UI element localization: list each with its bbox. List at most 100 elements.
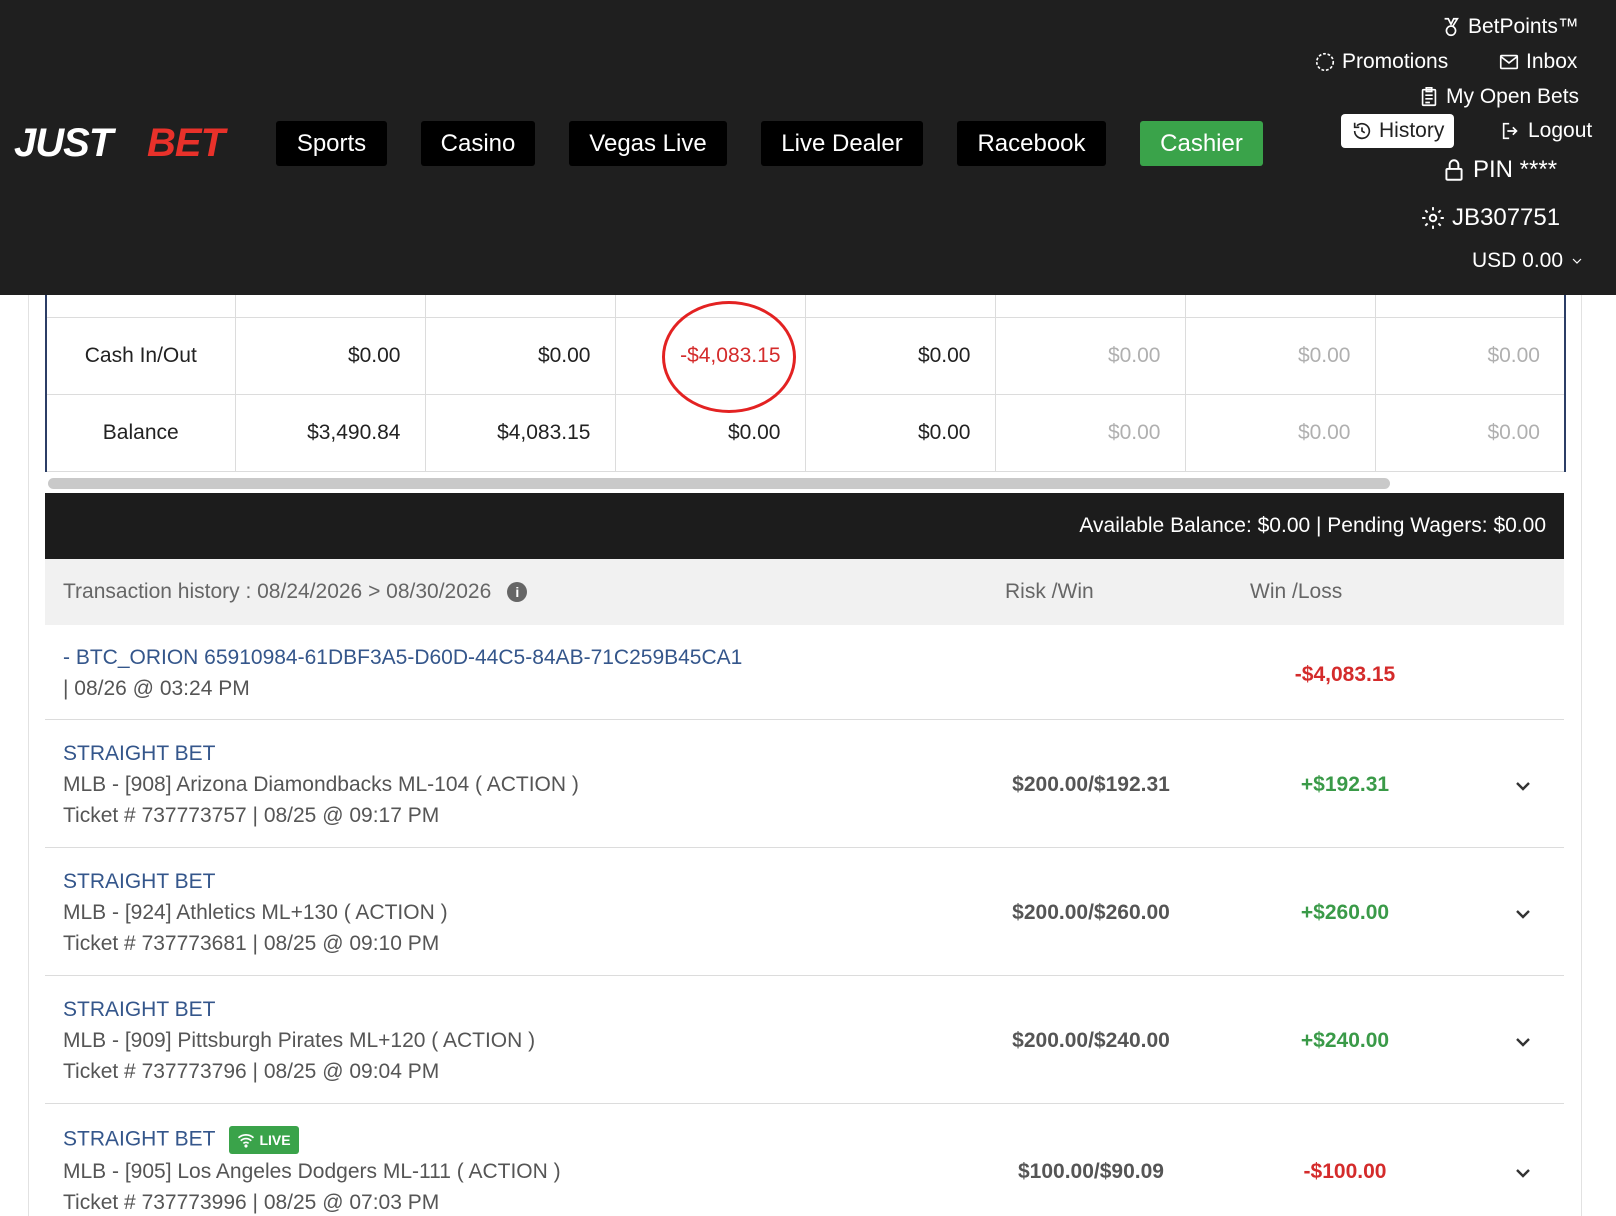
- spacer-cell: [804, 295, 996, 318]
- bet-type: STRAIGHT BET: [63, 870, 216, 893]
- inbox-label: Inbox: [1526, 50, 1578, 73]
- nav-cashier[interactable]: Cashier: [1140, 121, 1263, 166]
- col-risk-win: Risk /Win: [1005, 580, 1094, 603]
- inbox-link[interactable]: Inbox: [1498, 49, 1577, 75]
- nav-casino[interactable]: Casino: [421, 121, 535, 166]
- summary-row-balance: Balance $3,490.84 $4,083.15 $0.00 $0.00 …: [45, 393, 1566, 472]
- summary-cell: $3,490.84: [234, 393, 426, 472]
- summary-cell: $0.00: [1184, 393, 1376, 472]
- pin-display[interactable]: PIN ****: [1441, 157, 1557, 183]
- pin-label: PIN ****: [1473, 156, 1558, 183]
- transaction-title[interactable]: - BTC_ORION 65910984-61DBF3A5-D60D-44C5-…: [63, 646, 742, 670]
- bet-type: STRAIGHT BET: [63, 998, 216, 1021]
- spacer-cell: [1374, 295, 1566, 318]
- ticket-info: Ticket # 737773996 | 08/25 @ 07:03 PM: [63, 1191, 440, 1214]
- currency-balance: USD 0.00: [1472, 249, 1564, 272]
- spacer-cell: [234, 295, 426, 318]
- summary-cell: $0.00: [1374, 316, 1566, 395]
- spacer-cell: [45, 295, 236, 318]
- summary-row-spacer: [45, 295, 1566, 318]
- expand-chevron-icon[interactable]: [1511, 902, 1535, 926]
- transaction-row[interactable]: STRAIGHT BET MLB - [924] Athletics ML+13…: [45, 848, 1564, 976]
- chevron-down-icon: [1572, 258, 1582, 264]
- history-title-wrap: Transaction history : 08/24/2026 > 08/30…: [63, 559, 528, 625]
- bet-type: STRAIGHT BET: [63, 1127, 216, 1151]
- transaction-row[interactable]: STRAIGHT BET MLB - [909] Pittsburgh Pira…: [45, 976, 1564, 1104]
- promotions-link[interactable]: Promotions: [1314, 49, 1448, 75]
- transaction-row[interactable]: STRAIGHT BET MLB - [908] Arizona Diamond…: [45, 720, 1564, 848]
- col-win-loss: Win /Loss: [1250, 580, 1343, 603]
- history-icon: [1353, 122, 1371, 140]
- win-loss-value: +$240.00: [1300, 1029, 1390, 1052]
- transaction-row[interactable]: - BTC_ORION 65910984-61DBF3A5-D60D-44C5-…: [45, 625, 1564, 720]
- spacer-cell: [614, 295, 806, 318]
- betpoints-link[interactable]: BetPoints™: [1440, 14, 1579, 40]
- nav-vegas-live[interactable]: Vegas Live: [569, 121, 727, 166]
- bet-description: MLB - [908] Arizona Diamondbacks ML-104 …: [63, 773, 579, 796]
- summary-cell: $0.00: [424, 316, 616, 395]
- account-id: JB307751: [1452, 204, 1561, 231]
- risk-win-value: $200.00/$192.31: [1012, 773, 1170, 796]
- risk-win-value: $200.00/$260.00: [1012, 901, 1170, 924]
- expand-chevron-icon[interactable]: [1511, 1161, 1535, 1185]
- summary-cell: $0.00: [994, 316, 1186, 395]
- account-settings[interactable]: JB307751: [1420, 205, 1560, 231]
- summary-cell: $4,083.15: [424, 393, 616, 472]
- summary-cell: $0.00: [804, 316, 996, 395]
- bet-description: MLB - [924] Athletics ML+130 ( ACTION ): [63, 901, 448, 924]
- my-open-bets-label: My Open Bets: [1446, 85, 1580, 108]
- logout-label: Logout: [1528, 119, 1593, 142]
- summary-cell-highlighted: -$4,083.15: [614, 316, 806, 395]
- summary-cell: $0.00: [614, 393, 806, 472]
- summary-row-cash: Cash In/Out $0.00 $0.00 -$4,083.15 $0.00…: [45, 316, 1566, 395]
- history-title: Transaction history : 08/24/2026 > 08/30…: [63, 580, 492, 603]
- transaction-date: | 08/26 @ 03:24 PM: [63, 677, 250, 700]
- row-label: Cash In/Out: [45, 316, 236, 395]
- envelope-icon: [1499, 54, 1519, 70]
- summary-cell: $0.00: [994, 393, 1186, 472]
- row-label: Balance: [45, 393, 236, 472]
- horizontal-scrollbar[interactable]: [48, 478, 1390, 489]
- risk-win-value: $200.00/$240.00: [1012, 1029, 1170, 1052]
- my-open-bets-link[interactable]: My Open Bets: [1418, 84, 1579, 110]
- summary-cell: $0.00: [234, 316, 426, 395]
- win-loss-value: -$4,083.15: [1294, 663, 1396, 686]
- logout-link[interactable]: Logout: [1500, 118, 1592, 144]
- win-loss-value: -$100.00: [1303, 1160, 1387, 1183]
- promotions-label: Promotions: [1342, 50, 1449, 73]
- expand-chevron-icon[interactable]: [1511, 774, 1535, 798]
- live-badge-label: LIVE: [259, 1132, 291, 1148]
- spacer-cell: [994, 295, 1186, 318]
- history-button[interactable]: History: [1341, 114, 1455, 148]
- justbet-logo[interactable]: JUST BET: [14, 121, 266, 165]
- bet-description: MLB - [905] Los Angeles Dodgers ML-111 (…: [63, 1160, 561, 1183]
- summary-cell: $0.00: [1184, 316, 1376, 395]
- info-icon[interactable]: i: [507, 582, 528, 603]
- transaction-row[interactable]: STRAIGHT BET LIVE MLB - [905] Los Angeles…: [45, 1104, 1564, 1216]
- betpoints-label: BetPoints™: [1468, 15, 1579, 38]
- wifi-icon: [238, 1134, 255, 1148]
- logout-icon: [1502, 122, 1518, 140]
- spacer-cell: [1184, 295, 1376, 318]
- currency-dropdown[interactable]: USD 0.00: [1472, 248, 1585, 274]
- bet-type-wrap: STRAIGHT BET LIVE: [63, 1126, 299, 1154]
- nav-sports[interactable]: Sports: [276, 121, 387, 166]
- summary-cell: $0.00: [804, 393, 996, 472]
- summary-table: Cash In/Out $0.00 $0.00 -$4,083.15 $0.00…: [45, 295, 1566, 472]
- win-loss-value: +$192.31: [1300, 773, 1390, 796]
- gear-icon: [1422, 207, 1444, 229]
- available-balance-bar: Available Balance: $0.00 | Pending Wager…: [45, 493, 1564, 559]
- medal-icon: [1444, 17, 1459, 37]
- win-loss-value: +$260.00: [1300, 901, 1390, 924]
- lock-icon: [1445, 159, 1463, 181]
- bet-type: STRAIGHT BET: [63, 742, 216, 765]
- nav-racebook[interactable]: Racebook: [957, 121, 1106, 166]
- ticket-info: Ticket # 737773681 | 08/25 @ 09:10 PM: [63, 932, 440, 955]
- nav-live-dealer[interactable]: Live Dealer: [761, 121, 923, 166]
- expand-chevron-icon[interactable]: [1511, 1030, 1535, 1054]
- live-badge: LIVE: [229, 1126, 299, 1154]
- ticket-info: Ticket # 737773757 | 08/25 @ 09:17 PM: [63, 804, 440, 827]
- svg-text:BET: BET: [147, 124, 229, 162]
- risk-win-value: $100.00/$90.09: [1018, 1160, 1164, 1183]
- summary-cell: $0.00: [1374, 393, 1566, 472]
